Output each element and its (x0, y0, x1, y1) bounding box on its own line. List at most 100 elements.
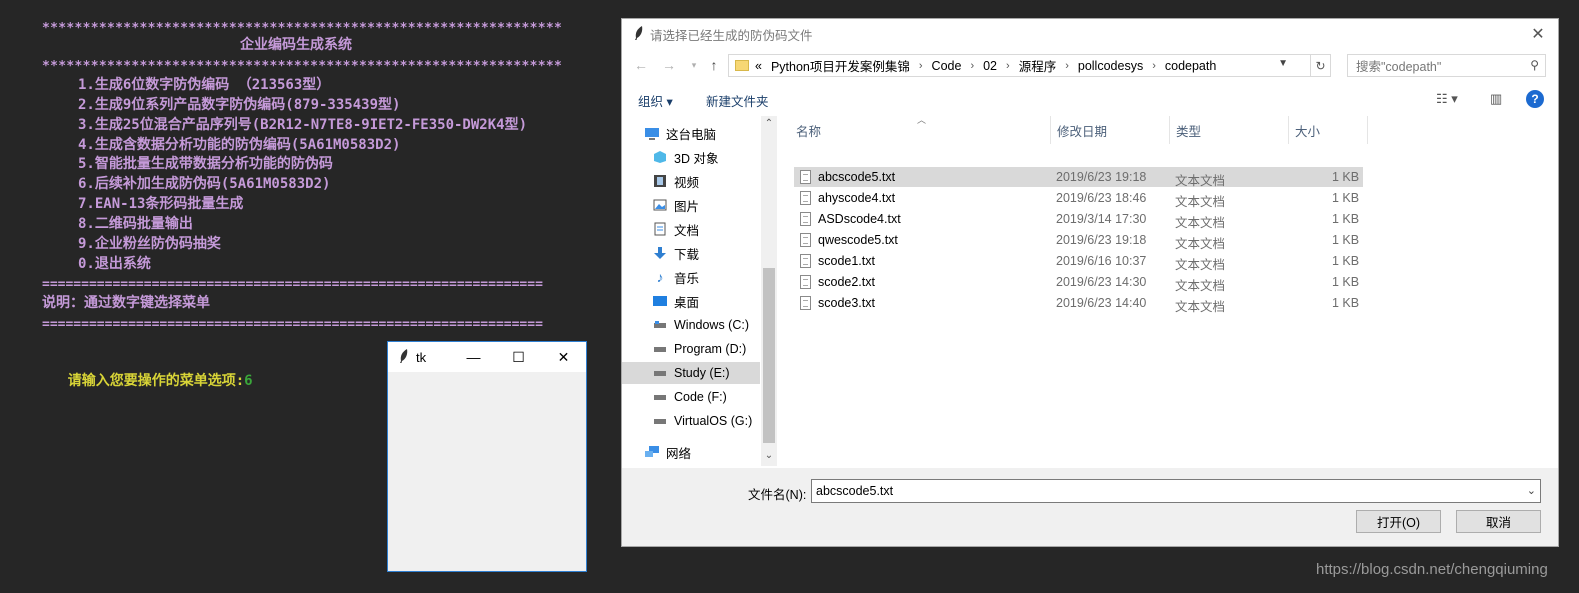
navigation-bar: ← → ▾ ↑ « Python项目开发案例集锦 › Code › 02 › 源… (622, 51, 1558, 79)
filename-value: abcscode5.txt (816, 484, 894, 498)
file-size: 1 KB (1332, 254, 1360, 268)
tree-item-drive-g[interactable]: VirtualOS (G:) (622, 410, 760, 432)
search-icon: ⚲ (1530, 58, 1539, 72)
tree-item-pictures[interactable]: 图片 (622, 194, 760, 216)
preview-pane-icon[interactable]: ▥ (1490, 91, 1502, 107)
tree-item-downloads[interactable]: 下载 (622, 242, 760, 264)
dialog-close-button[interactable]: ✕ (1518, 24, 1558, 44)
file-name: abcscode5.txt (818, 170, 896, 184)
desktop-icon (652, 294, 668, 308)
toolbar: 组织 ▾ 新建文件夹 ☷ ▾ ▥ ? (622, 85, 1558, 115)
file-type: 文本文档 (1175, 279, 1226, 293)
address-bar[interactable]: « Python项目开发案例集锦 › Code › 02 › 源程序 › pol… (728, 54, 1311, 77)
feather-icon (628, 25, 650, 43)
maximize-button[interactable]: ☐ (496, 342, 541, 372)
breadcrumb-item[interactable]: Code (932, 59, 962, 73)
text-file-icon (800, 212, 811, 226)
file-row[interactable]: ASDscode4.txt 2019/3/14 17:30 文本文档 1 KB (794, 209, 1363, 230)
dialog-title: 请选择已经生成的防伪码文件 (650, 28, 813, 43)
minimize-button[interactable]: — (451, 342, 496, 372)
up-arrow-icon[interactable]: ↑ (704, 55, 724, 75)
breadcrumb-item[interactable]: 02 (983, 59, 997, 73)
document-icon (652, 222, 668, 236)
file-name: ASDscode4.txt (818, 212, 901, 226)
scrollbar-thumb[interactable] (763, 268, 775, 443)
tree-item-documents[interactable]: 文档 (622, 218, 760, 240)
breadcrumb-item[interactable]: Python项目开发案例集锦 (771, 56, 910, 75)
tree-item-music[interactable]: ♪ 音乐 (622, 266, 760, 288)
tree-item-label: 音乐 (674, 271, 700, 286)
file-type: 文本文档 (1175, 258, 1226, 272)
tk-titlebar[interactable]: tk — ☐ ✕ (388, 342, 586, 372)
file-date: 2019/6/16 10:37 (1056, 254, 1147, 268)
chevron-down-icon[interactable]: ▼ (1278, 58, 1288, 69)
new-folder-button[interactable]: 新建文件夹 (706, 91, 769, 110)
view-options-icon[interactable]: ☷ ▾ (1436, 91, 1458, 107)
tree-item-drive-e[interactable]: Study (E:) (622, 362, 760, 384)
tree-scrollbar[interactable]: ⌃ ⌄ (761, 116, 777, 466)
forward-arrow-icon[interactable]: → (659, 55, 679, 75)
drive-icon (652, 342, 668, 356)
tree-item-drive-d[interactable]: Program (D:) (622, 338, 760, 360)
console-title: 企业编码生成系统 (240, 37, 352, 53)
menu-item-4: 4.生成含数据分析功能的防伪编码(5A61M0583D2) (78, 137, 401, 153)
file-name: qwescode5.txt (818, 233, 898, 247)
menu-item-8: 8.二维码批量输出 (78, 216, 193, 232)
breadcrumb-item[interactable]: codepath (1165, 59, 1216, 73)
file-row[interactable]: scode2.txt 2019/6/23 14:30 文本文档 1 KB (794, 272, 1363, 293)
dialog-titlebar[interactable]: 请选择已经生成的防伪码文件 ✕ (622, 19, 1558, 49)
recent-dropdown-icon[interactable]: ▾ (684, 55, 704, 75)
dialog-footer: 文件名(N): abcscode5.txt ⌄ 打开(O) 取消 (622, 468, 1558, 546)
tree-item-drive-c[interactable]: Windows (C:) (622, 314, 760, 336)
tree-item-this-pc[interactable]: 这台电脑 (622, 122, 760, 144)
navigation-pane: 这台电脑 3D 对象 视频 图片 文档 下载 ♪ 音乐 桌面 Windows (… (622, 116, 777, 466)
tk-window[interactable]: tk — ☐ ✕ (387, 341, 587, 572)
search-input[interactable]: 搜索"codepath" ⚲ (1347, 54, 1546, 77)
open-file-dialog[interactable]: 请选择已经生成的防伪码文件 ✕ ← → ▾ ↑ « Python项目开发案例集锦… (621, 18, 1559, 547)
prompt-input-value[interactable]: 6 (244, 373, 252, 389)
tree-item-network[interactable]: 网络 (622, 441, 760, 463)
column-header-type[interactable]: 类型 (1170, 116, 1289, 144)
column-header-date[interactable]: 修改日期 (1051, 116, 1170, 144)
organize-button[interactable]: 组织 ▾ (638, 91, 673, 110)
console-prompt[interactable]: 请输入您要操作的菜单选项:6 (34, 354, 253, 408)
file-row[interactable]: qwescode5.txt 2019/6/23 19:18 文本文档 1 KB (794, 230, 1363, 251)
tree-item-3d-objects[interactable]: 3D 对象 (622, 146, 760, 168)
file-date: 2019/3/14 17:30 (1056, 212, 1147, 226)
download-icon (652, 246, 668, 260)
help-icon[interactable]: ? (1526, 90, 1544, 108)
file-row[interactable]: abcscode5.txt 2019/6/23 19:18 文本文档 1 KB (794, 167, 1363, 188)
chevron-right-icon: › (1152, 59, 1156, 72)
tree-item-drive-f[interactable]: Code (F:) (622, 386, 760, 408)
file-row[interactable]: scode3.txt 2019/6/23 14:40 文本文档 1 KB (794, 293, 1363, 314)
cancel-button[interactable]: 取消 (1456, 510, 1541, 533)
file-type: 文本文档 (1175, 237, 1226, 251)
close-button[interactable]: ✕ (541, 342, 586, 372)
file-row[interactable]: scode1.txt 2019/6/16 10:37 文本文档 1 KB (794, 251, 1363, 272)
tree-item-label: 文档 (674, 223, 700, 238)
column-header-size[interactable]: 大小 (1289, 116, 1368, 144)
chevron-right-icon: › (918, 59, 923, 72)
file-name: scode3.txt (818, 296, 875, 310)
open-button[interactable]: 打开(O) (1356, 510, 1441, 533)
chevron-down-icon[interactable]: ⌄ (1527, 484, 1536, 497)
filename-input[interactable]: abcscode5.txt ⌄ (811, 479, 1541, 503)
breadcrumb-item[interactable]: 源程序 (1019, 56, 1057, 75)
file-date: 2019/6/23 18:46 (1056, 191, 1147, 205)
tree-item-videos[interactable]: 视频 (622, 170, 760, 192)
file-type: 文本文档 (1175, 300, 1226, 314)
refresh-icon[interactable]: ↻ (1311, 54, 1331, 77)
text-file-icon (800, 170, 811, 184)
breadcrumb-item[interactable]: pollcodesys (1078, 59, 1143, 73)
breadcrumb-overflow[interactable]: « (755, 59, 762, 73)
file-name: scode2.txt (818, 275, 875, 289)
back-arrow-icon[interactable]: ← (631, 55, 651, 75)
chevron-down-icon[interactable]: ⌄ (761, 450, 777, 461)
column-header-name[interactable]: 名称 (790, 116, 1051, 144)
file-type: 文本文档 (1175, 216, 1226, 230)
tree-item-desktop[interactable]: 桌面 (622, 290, 760, 312)
drive-icon (652, 390, 668, 404)
chevron-up-icon[interactable]: ⌃ (761, 118, 777, 129)
file-date: 2019/6/23 14:40 (1056, 296, 1147, 310)
file-row[interactable]: ahyscode4.txt 2019/6/23 18:46 文本文档 1 KB (794, 188, 1363, 209)
